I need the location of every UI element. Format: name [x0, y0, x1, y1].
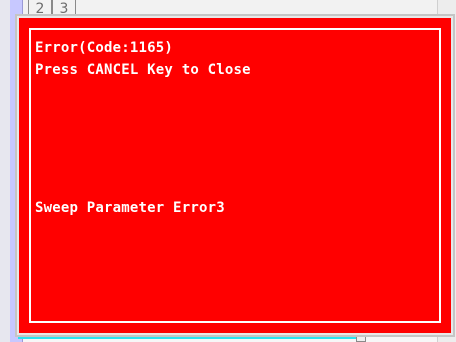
- close-instruction-text: Press CANCEL Key to Close: [35, 62, 251, 78]
- error-code-text: Error(Code:1165): [35, 40, 174, 56]
- error-message-text: Sweep Parameter Error3: [35, 200, 225, 216]
